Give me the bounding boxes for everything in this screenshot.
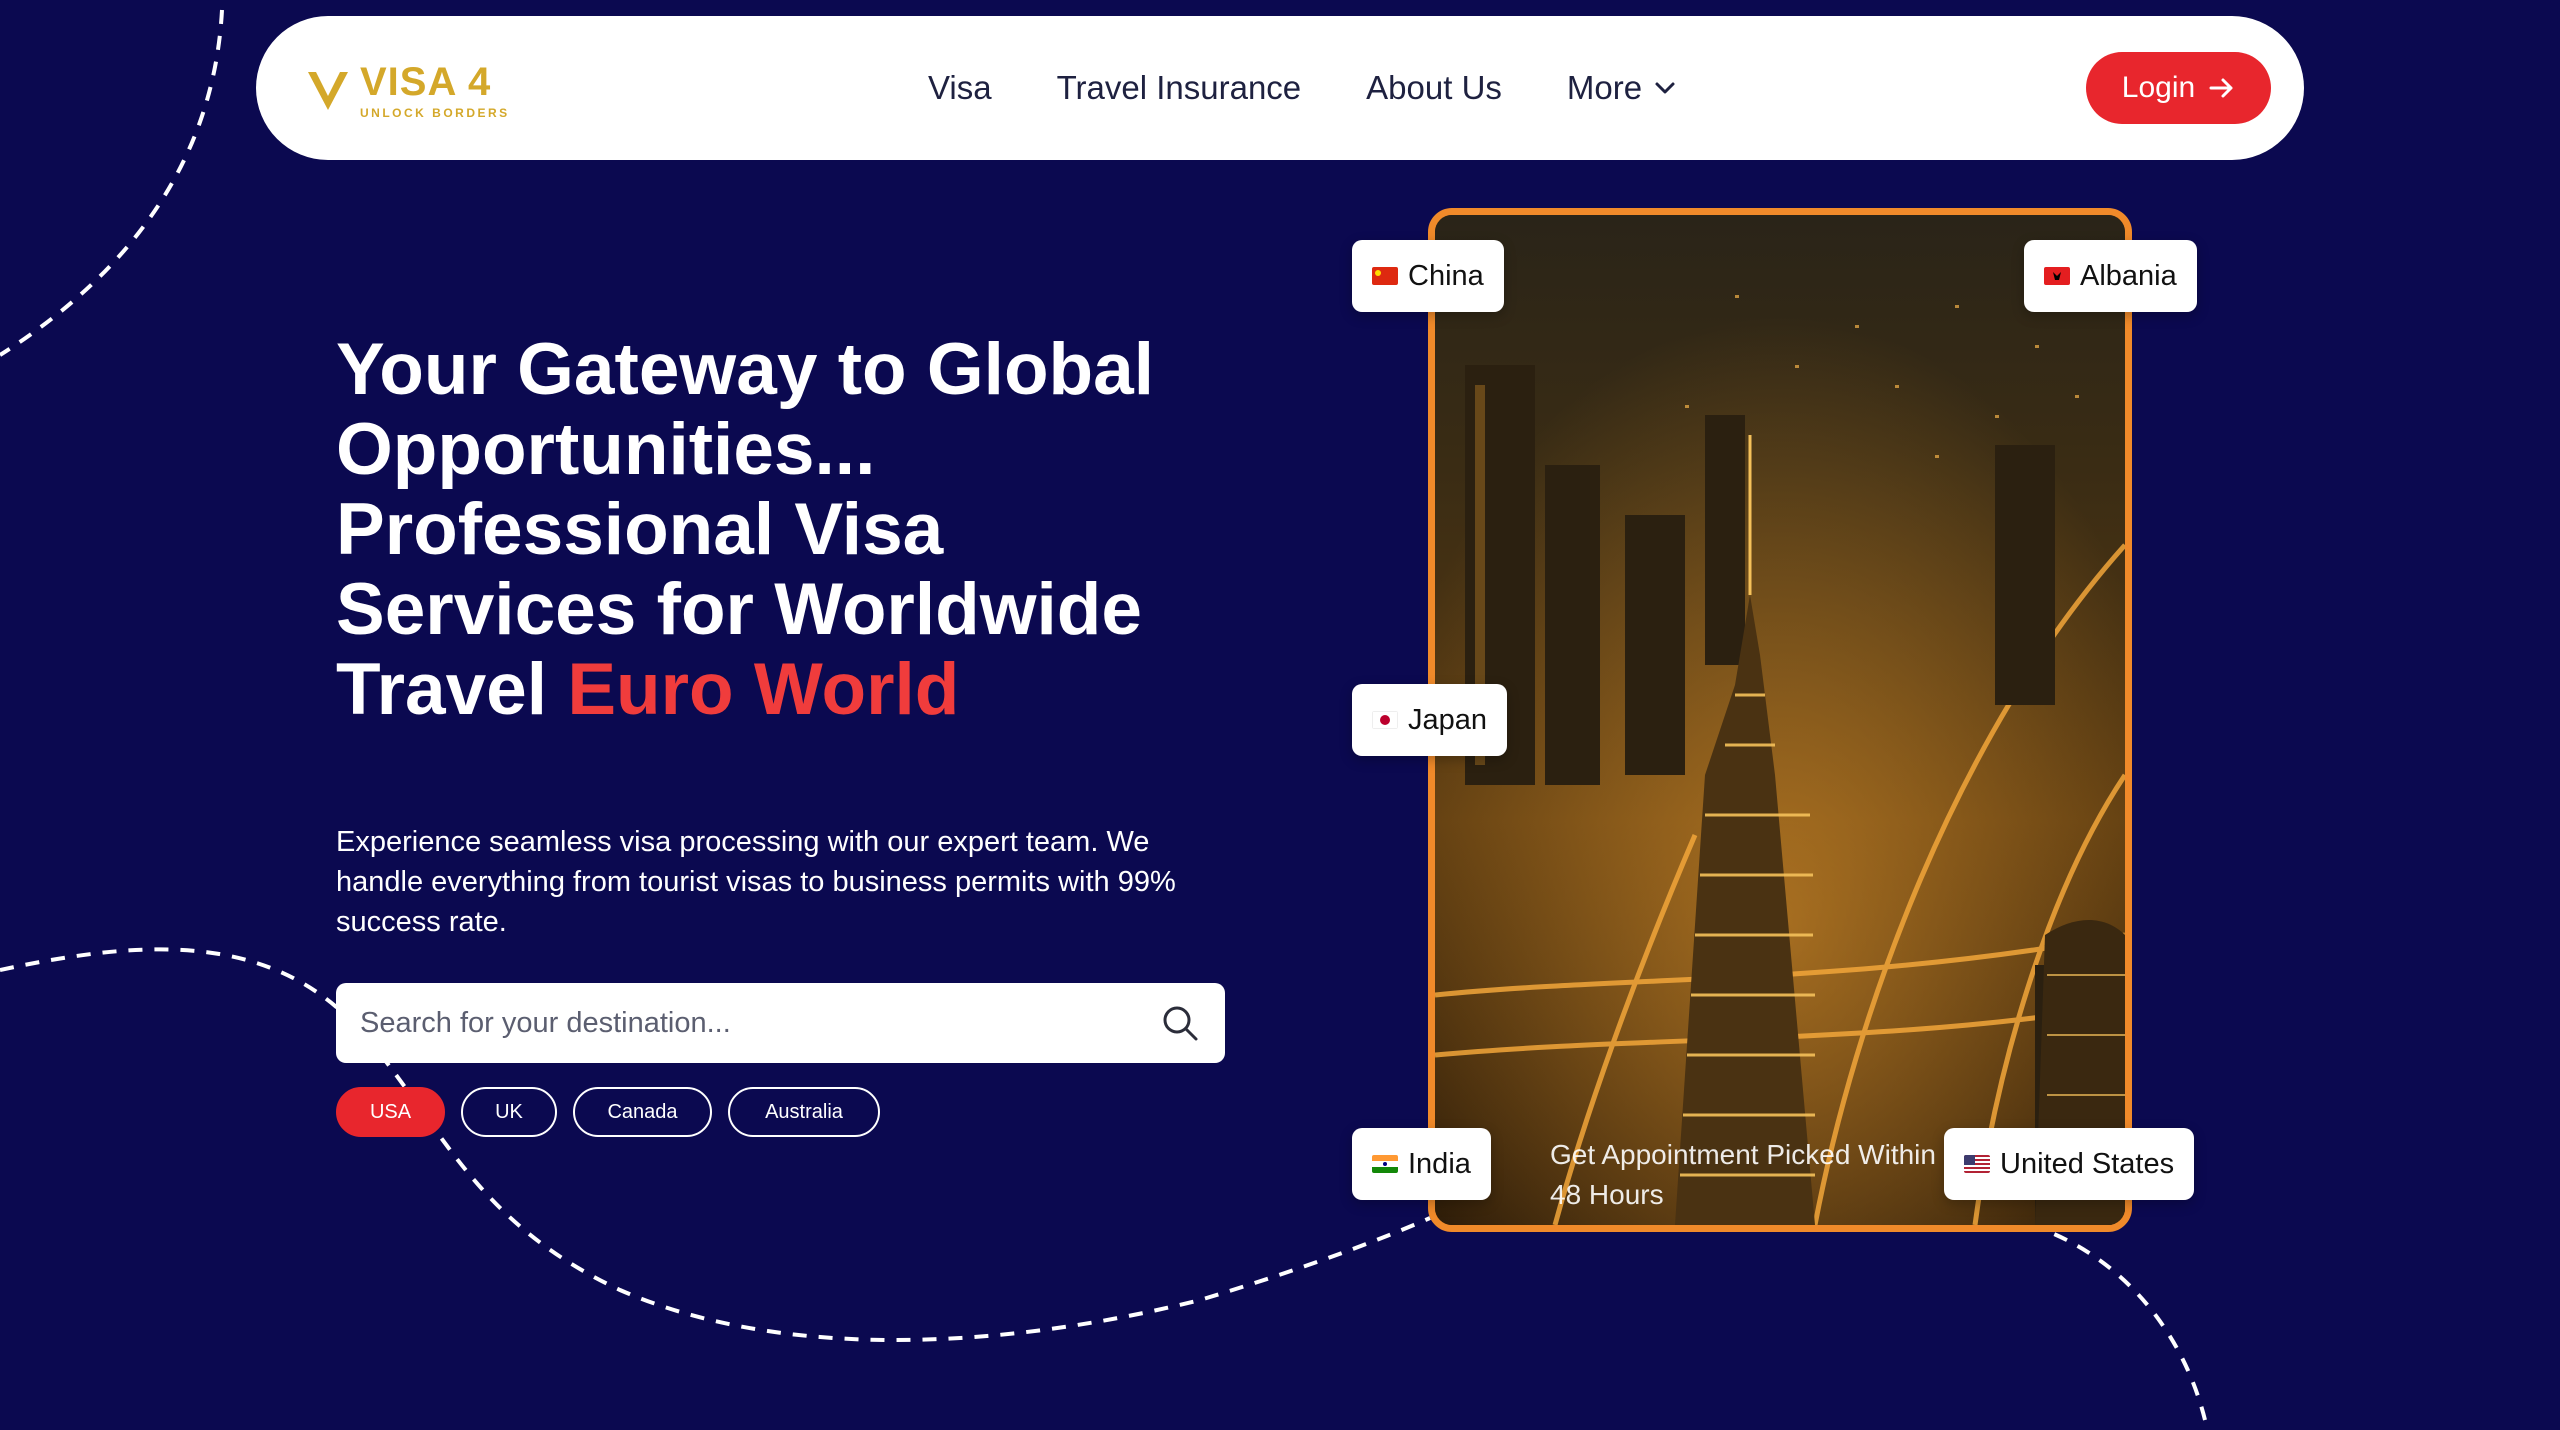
nav-travel-insurance[interactable]: Travel Insurance	[1057, 69, 1302, 107]
destination-search-box	[336, 983, 1225, 1063]
login-label: Login	[2121, 71, 2196, 104]
nav-about-us[interactable]: About Us	[1366, 69, 1502, 107]
destination-search-input[interactable]	[360, 983, 1140, 1063]
search-icon[interactable]	[1160, 1003, 1200, 1043]
country-name: China	[1408, 259, 1484, 292]
chevron-down-icon	[1655, 82, 1675, 94]
chip-usa[interactable]: USA	[336, 1087, 445, 1137]
country-name: United States	[2000, 1147, 2175, 1180]
chip-australia[interactable]: Australia	[728, 1087, 880, 1137]
country-name: Japan	[1408, 703, 1488, 736]
albania-flag-icon	[2044, 267, 2070, 285]
brand-name: VISA 4	[360, 60, 492, 104]
hero-title: Your Gateway to Global Opportunities... …	[336, 330, 1256, 730]
country-tag-china[interactable]: China	[1352, 240, 1504, 312]
top-navbar: VISA 4 UNLOCK BORDERS Visa Travel Insura…	[256, 16, 2304, 160]
arrow-right-icon	[2209, 78, 2233, 98]
nav-more-label: More	[1566, 69, 1643, 106]
chip-uk[interactable]: UK	[461, 1087, 557, 1137]
country-name: India	[1408, 1147, 1471, 1180]
city-night-photo	[1435, 215, 2125, 1225]
hero-title-accent: Euro World	[567, 649, 960, 730]
country-tag-united-states[interactable]: United States	[1944, 1128, 2195, 1200]
brand-tagline: UNLOCK BORDERS	[360, 106, 510, 120]
destination-photo-card	[1428, 208, 2132, 1232]
india-flag-icon	[1372, 1155, 1398, 1173]
us-flag-icon	[1964, 1155, 1990, 1173]
main-nav: Visa Travel Insurance About Us More	[928, 16, 1676, 160]
nav-visa[interactable]: Visa	[928, 69, 992, 107]
quick-destination-chips: USA UK Canada Australia	[336, 1087, 880, 1137]
japan-flag-icon	[1372, 711, 1398, 729]
country-tag-albania[interactable]: Albania	[2024, 240, 2197, 312]
visa4-logo-icon	[308, 72, 348, 110]
china-flag-icon	[1372, 267, 1398, 285]
hero-description: Experience seamless visa processing with…	[336, 826, 1176, 938]
nav-more-dropdown[interactable]: More	[1567, 69, 1676, 107]
login-button[interactable]: Login	[2086, 52, 2271, 124]
country-name: Albania	[2080, 259, 2177, 292]
country-tag-india[interactable]: India	[1352, 1128, 1491, 1200]
appointment-caption: Get Appointment Picked Within 48 Hours	[1550, 1139, 1936, 1210]
chip-canada[interactable]: Canada	[573, 1087, 712, 1137]
country-tag-japan[interactable]: Japan	[1352, 684, 1508, 756]
brand-logo[interactable]: VISA 4 UNLOCK BORDERS	[306, 56, 510, 126]
